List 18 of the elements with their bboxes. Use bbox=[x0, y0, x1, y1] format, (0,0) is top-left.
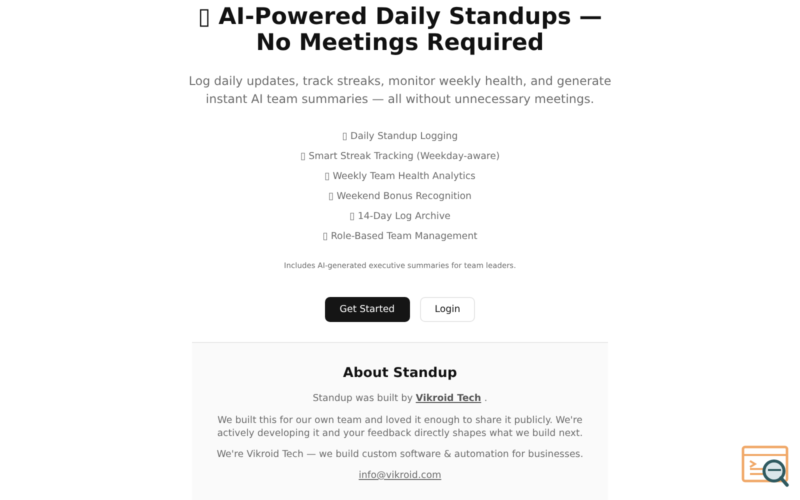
feature-item: ▯ Role-Based Team Management bbox=[322, 230, 478, 244]
login-button[interactable]: Login bbox=[420, 297, 476, 322]
document-search-icon[interactable] bbox=[741, 445, 791, 489]
feature-item: ▯ Daily Standup Logging bbox=[342, 130, 458, 144]
feature-item: ▯ Smart Streak Tracking (Weekday-aware) bbox=[300, 150, 500, 164]
vikroid-link[interactable]: Vikroid Tech bbox=[416, 392, 482, 406]
about-paragraph: We're Vikroid Tech — we build custom software & automation for businesses. bbox=[216, 448, 584, 461]
feature-item: ▯ 14-Day Log Archive bbox=[349, 210, 451, 224]
subtitle: Log daily updates, track streaks, monitor weekly health, and generate instant AI team summaries — all without unnecessary meetings. bbox=[188, 73, 612, 108]
credit-text: Standup was built by bbox=[312, 392, 413, 406]
feature-item: ▯ Weekend Bonus Recognition bbox=[328, 190, 472, 204]
about-paragraph: We built this for our own team and loved it enough to share it publicly. We're actively developing it and your feedback directly shapes what we build next. bbox=[216, 414, 584, 440]
page-title: ▯ AI-Powered Daily Standups — No Meetings Required bbox=[198, 4, 602, 56]
email-link[interactable]: info@vikroid.com bbox=[358, 468, 442, 483]
get-started-button[interactable]: Get Started bbox=[324, 297, 410, 322]
credit-period: . bbox=[484, 392, 488, 406]
feature-item: ▯ Weekly Team Health Analytics bbox=[324, 170, 476, 184]
about-title: About Standup bbox=[343, 364, 457, 384]
